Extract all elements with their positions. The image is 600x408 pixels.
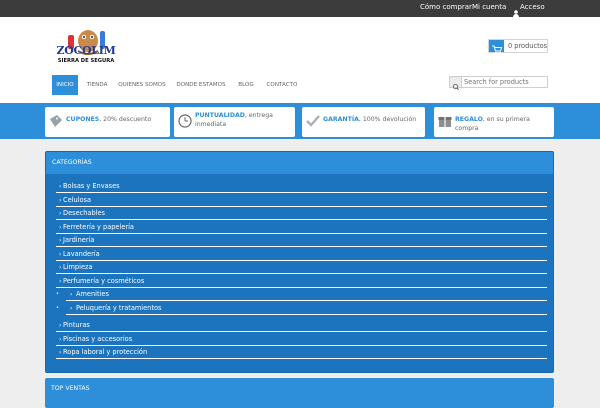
coupon-icon <box>49 113 63 127</box>
top-sales-panel: TOP VENTAS <box>45 378 554 408</box>
nav-item-donde-estamos[interactable]: DONDE ESTAMOS <box>174 75 228 95</box>
category-item-desechables[interactable]: › Desechables <box>56 207 547 220</box>
category-item-ropa-laboral[interactable]: › Ropa laboral y protección <box>56 346 547 359</box>
promo-title: CUPONES <box>66 116 100 123</box>
cart-count-label: 0 productos <box>508 42 548 50</box>
chevron-right-icon: › <box>70 291 73 298</box>
category-item-bolsas[interactable]: › Bolsas y Envases <box>56 180 547 193</box>
category-item-jardineria[interactable]: › Jardinería <box>56 234 547 247</box>
category-item-limpieza[interactable]: › Limpieza <box>56 261 547 274</box>
chevron-right-icon: › <box>59 183 62 190</box>
promo-title: PUNTUALIDAD <box>195 112 245 119</box>
my-account-link[interactable]: Mi cuenta <box>472 3 506 11</box>
promo-card-garantia: GARANTÍA, 100% devolución <box>302 107 425 137</box>
subcategory-item-amenities[interactable]: › Amenities <box>66 288 547 301</box>
chevron-right-icon: › <box>59 336 62 343</box>
search-box <box>449 76 548 91</box>
top-sales-heading: TOP VENTAS <box>51 385 90 392</box>
search-input[interactable] <box>464 77 546 87</box>
promo-title: REGALO <box>455 116 483 123</box>
user-icon <box>513 3 519 18</box>
checkmark-icon <box>306 113 320 127</box>
promo-text: , 100% devolución <box>358 116 417 123</box>
chevron-right-icon: › <box>59 264 62 271</box>
site-header: ZOCOLIM SIERRA DE SEGURA 0 productos INI… <box>0 17 600 103</box>
search-button[interactable] <box>450 77 462 91</box>
clock-icon <box>178 113 192 128</box>
chevron-right-icon: › <box>59 251 62 258</box>
categories-heading: CATEGORÍAS <box>46 152 553 174</box>
chevron-right-icon: › <box>59 197 62 204</box>
gift-icon <box>438 113 452 127</box>
nav-item-tienda[interactable]: TIENDA <box>82 75 112 95</box>
promo-band: CUPONES, 20% descuento PUNTUALIDAD, entr… <box>0 103 600 139</box>
chevron-right-icon: › <box>59 349 62 356</box>
bullet-icon: • <box>56 305 59 311</box>
category-item-celulosa[interactable]: › Celulosa <box>56 194 547 207</box>
category-item-lavanderia[interactable]: › Lavandería <box>56 248 547 261</box>
nav-item-blog[interactable]: BLOG <box>234 75 258 95</box>
chevron-right-icon: › <box>59 224 62 231</box>
bullet-icon: • <box>56 291 59 297</box>
cart-widget[interactable]: 0 productos <box>488 39 548 54</box>
category-item-piscinas[interactable]: › Piscinas y accesorios <box>56 333 547 346</box>
logo-name: ZOCOLIM <box>56 44 116 57</box>
nav-item-inicio[interactable]: INICIO <box>52 75 78 95</box>
nav-item-quienes-somos[interactable]: QUIENES SOMOS <box>116 75 168 95</box>
top-bar: Cómo comprar Mi cuenta Acceso <box>0 0 600 18</box>
nav-item-contacto[interactable]: CONTACTO <box>264 75 300 95</box>
promo-card-cupones: CUPONES, 20% descuento <box>45 107 170 137</box>
logo-subtitle: SIERRA DE SEGURA <box>57 58 115 64</box>
login-link[interactable]: Acceso <box>520 3 545 11</box>
subcategory-item-peluqueria[interactable]: › Peluquería y tratamientos <box>66 302 547 315</box>
category-item-ferreteria[interactable]: › Ferretería y papelería <box>56 221 547 234</box>
categories-panel: CATEGORÍAS › Bolsas y Envases › Celulosa… <box>45 151 554 373</box>
cart-button[interactable] <box>489 40 504 54</box>
category-item-pinturas[interactable]: › Pinturas <box>56 319 547 332</box>
chevron-right-icon: › <box>59 210 62 217</box>
chevron-right-icon: › <box>59 278 62 285</box>
promo-card-puntualidad: PUNTUALIDAD, entrega inmediata <box>174 107 295 137</box>
chevron-right-icon: › <box>59 237 62 244</box>
cart-icon <box>492 45 503 54</box>
promo-card-regalo: REGALO, en su primera compra <box>434 107 554 137</box>
category-item-perfumeria[interactable]: › Perfumería y cosméticos <box>56 275 547 288</box>
how-to-buy-link[interactable]: Cómo comprar <box>420 3 472 11</box>
chevron-right-icon: › <box>59 322 62 329</box>
promo-text: , 20% descuento <box>99 116 152 123</box>
promo-title: GARANTÍA <box>323 116 359 123</box>
chevron-right-icon: › <box>70 305 73 312</box>
search-icon <box>452 83 460 91</box>
site-logo[interactable]: ZOCOLIM SIERRA DE SEGURA <box>54 27 118 71</box>
